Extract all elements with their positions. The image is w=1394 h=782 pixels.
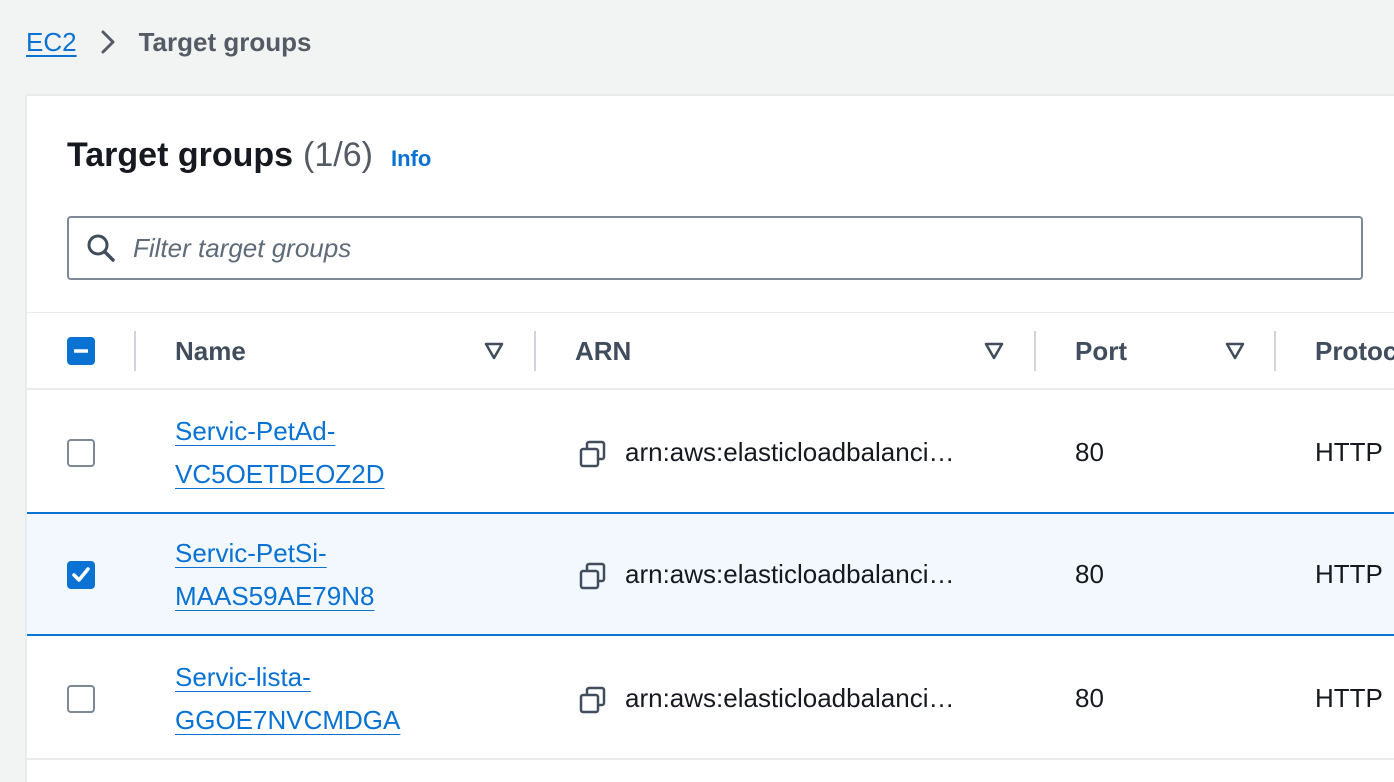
name-line-1: Servic-lista- xyxy=(175,662,311,692)
filter-box xyxy=(67,216,1363,280)
table-row[interactable]: Servic-lista- GGOE7NVCMDGA arn:aws:elast… xyxy=(27,636,1394,760)
copy-icon[interactable] xyxy=(579,562,607,590)
column-header-arn-label: ARN xyxy=(575,335,632,366)
arn-value: arn:aws:elasticloadbalanci… xyxy=(625,437,955,467)
name-line-1: Servic-PetSi- xyxy=(175,538,327,568)
search-icon xyxy=(87,234,115,262)
target-groups-panel: Target groups (1/6) Info Name xyxy=(25,94,1394,782)
column-header-port-label: Port xyxy=(1075,335,1127,366)
breadcrumb-current: Target groups xyxy=(138,26,312,57)
sort-triangle-down-icon[interactable] xyxy=(983,340,1005,362)
target-group-name-link[interactable]: Servic-PetSi- MAAS59AE79N8 xyxy=(175,532,374,618)
protocol-value: HTTP xyxy=(1315,559,1383,589)
table-row[interactable]: Servic-PetAd- VC5OETDEOZ2D arn:aws:elast… xyxy=(27,390,1394,514)
table-row[interactable]: Servic-PetSi- MAAS59AE79N8 arn:aws:elast… xyxy=(27,512,1394,636)
column-header-port[interactable]: Port xyxy=(1075,313,1275,389)
column-header-name[interactable]: Name xyxy=(175,313,535,389)
sort-triangle-down-icon[interactable] xyxy=(483,340,505,362)
column-divider xyxy=(534,331,536,371)
name-line-1: Servic-PetAd- xyxy=(175,416,336,446)
checkmark-icon xyxy=(72,567,90,582)
chevron-right-icon xyxy=(101,30,115,54)
indeterminate-icon xyxy=(74,349,88,353)
copy-icon[interactable] xyxy=(579,686,607,714)
row-checkbox[interactable] xyxy=(67,439,95,467)
arn-value: arn:aws:elasticloadbalanci… xyxy=(625,559,955,589)
protocol-value: HTTP xyxy=(1315,437,1383,467)
port-value: 80 xyxy=(1075,559,1104,589)
name-line-2: VC5OETDEOZ2D xyxy=(175,459,385,489)
select-all-checkbox[interactable] xyxy=(67,337,95,365)
column-divider xyxy=(1274,331,1276,371)
protocol-value: HTTP xyxy=(1315,683,1383,713)
column-header-name-label: Name xyxy=(175,335,246,366)
target-groups-table: Name ARN Port Protoc Servic-PetAd- VC5OE… xyxy=(27,312,1394,760)
row-checkbox[interactable] xyxy=(67,685,95,713)
filter-input[interactable] xyxy=(131,231,1285,265)
row-checkbox[interactable] xyxy=(67,561,95,589)
sort-triangle-down-icon[interactable] xyxy=(1224,340,1246,362)
target-group-name-link[interactable]: Servic-lista- GGOE7NVCMDGA xyxy=(175,656,400,742)
port-value: 80 xyxy=(1075,683,1104,713)
target-group-name-link[interactable]: Servic-PetAd- VC5OETDEOZ2D xyxy=(175,410,385,496)
panel-count: (1/6) xyxy=(303,136,373,174)
name-line-2: GGOE7NVCMDGA xyxy=(175,705,401,735)
breadcrumb: EC2 Target groups xyxy=(26,22,311,62)
panel-title: Target groups xyxy=(67,136,294,174)
info-link[interactable]: Info xyxy=(391,146,431,172)
table-header: Name ARN Port Protoc xyxy=(27,312,1394,390)
copy-icon[interactable] xyxy=(579,440,607,468)
breadcrumb-ec2-link[interactable]: EC2 xyxy=(26,27,77,58)
arn-value: arn:aws:elasticloadbalanci… xyxy=(625,683,955,713)
port-value: 80 xyxy=(1075,437,1104,467)
column-divider xyxy=(1034,331,1036,371)
column-header-arn[interactable]: ARN xyxy=(575,313,1035,389)
column-divider xyxy=(134,331,136,371)
column-header-protocol-label: Protoc xyxy=(1315,335,1394,366)
column-header-protocol[interactable]: Protoc xyxy=(1315,313,1394,389)
name-line-2: MAAS59AE79N8 xyxy=(175,581,375,611)
panel-header: Target groups (1/6) Info xyxy=(67,136,431,175)
